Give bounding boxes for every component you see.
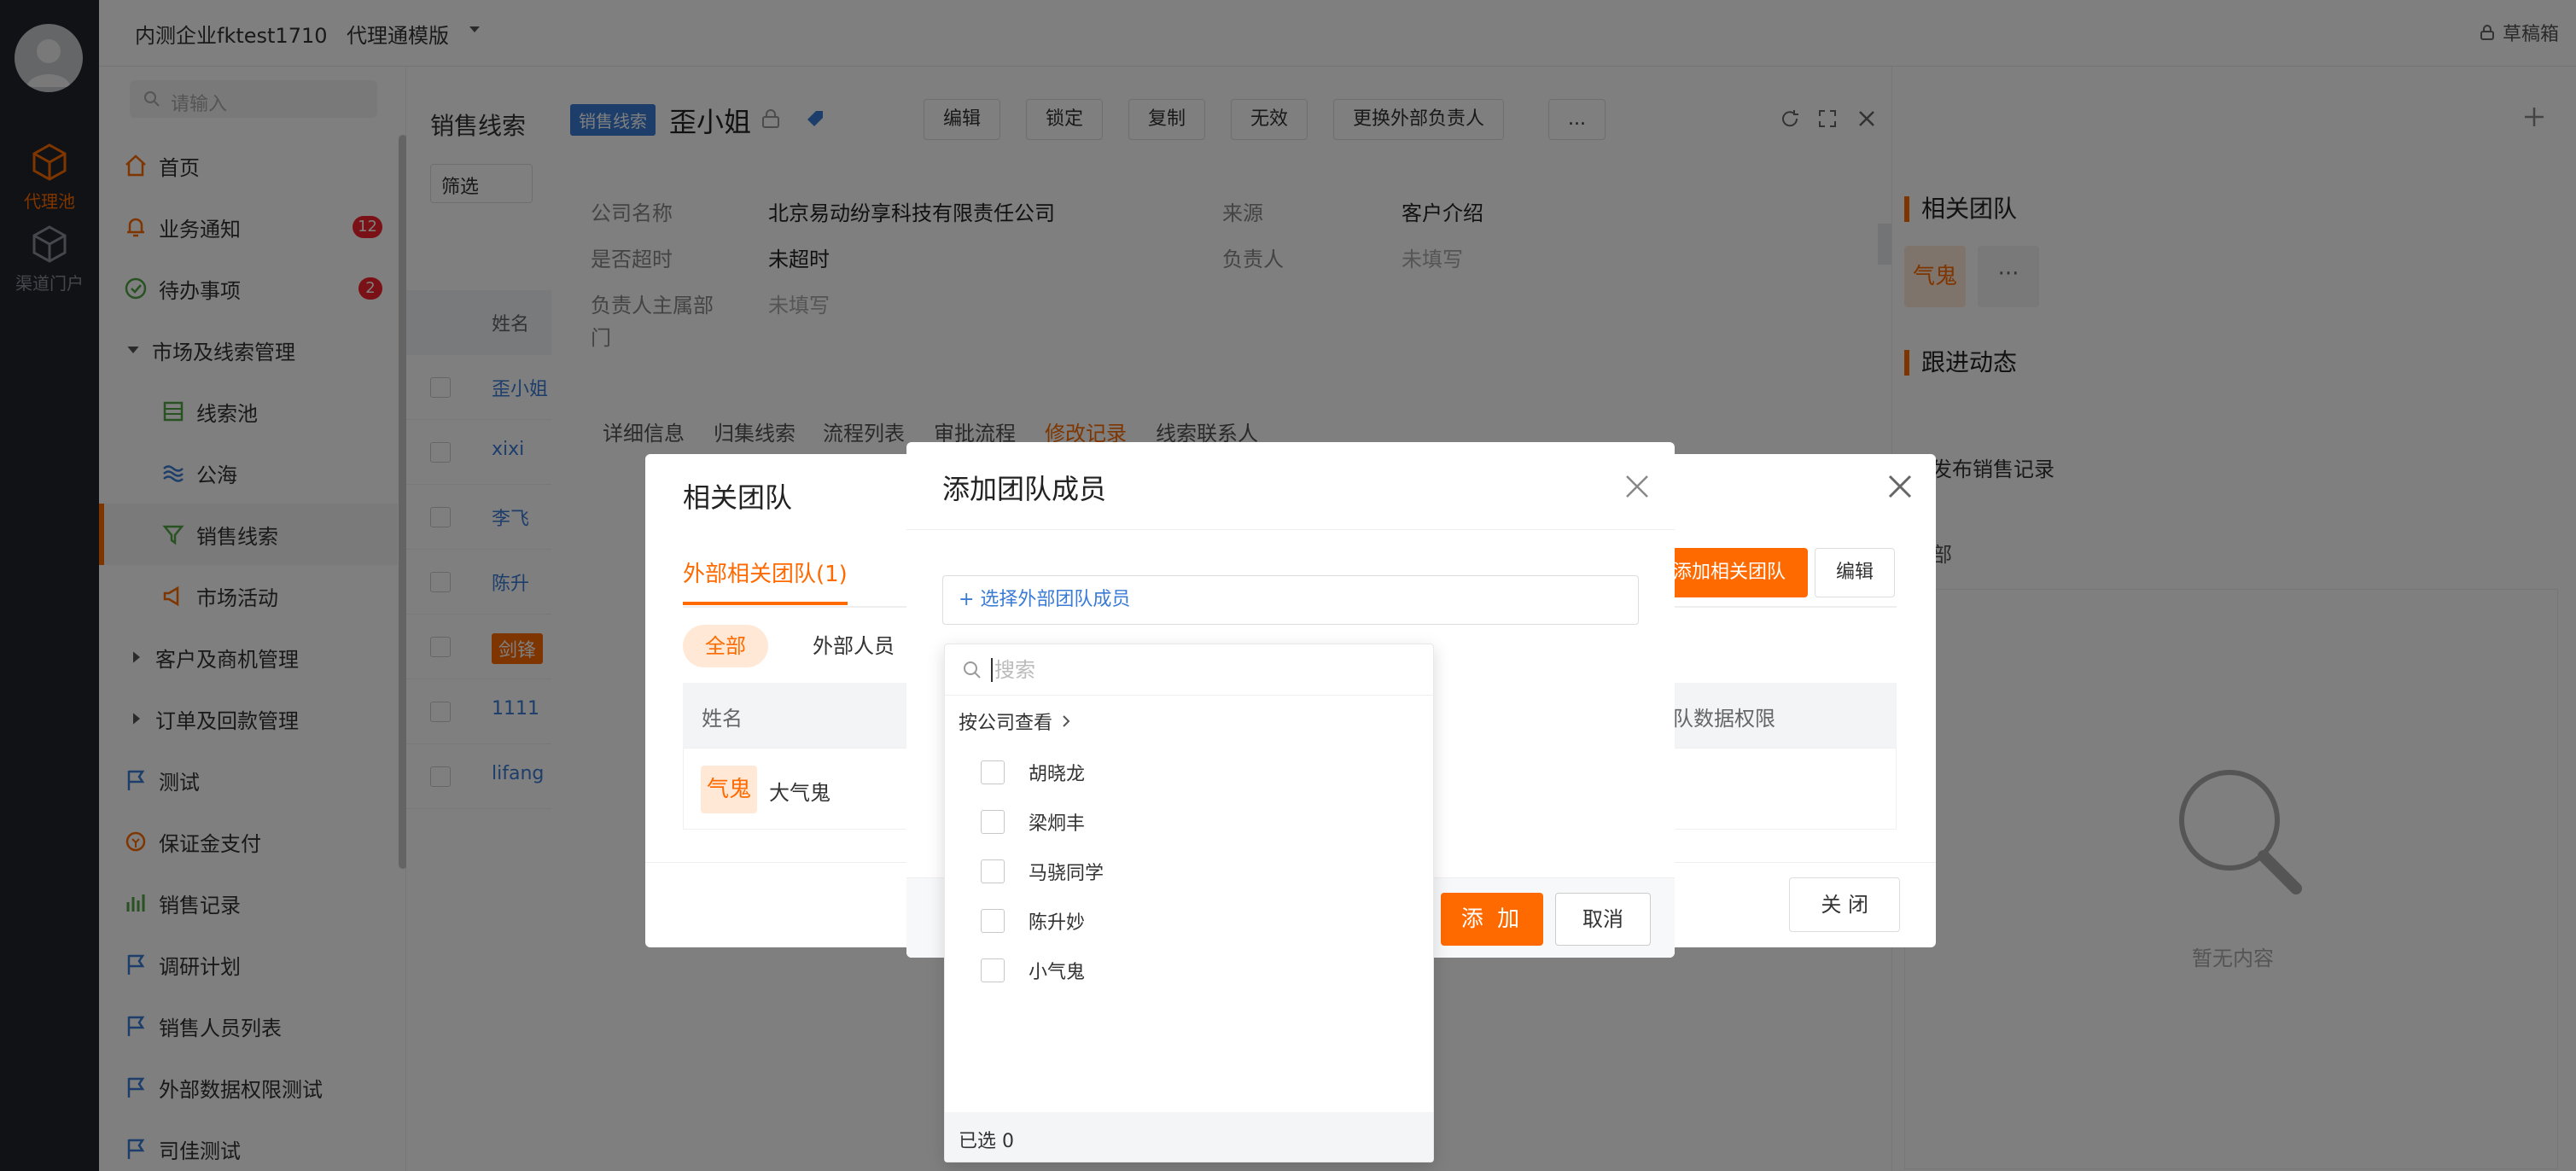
search-icon xyxy=(964,661,981,679)
member-name: 梁炯丰 xyxy=(1029,813,1086,835)
member-name: 马骁同学 xyxy=(1029,863,1104,884)
picker-search xyxy=(945,644,1435,696)
select-member-label: + 选择外部团队成员 xyxy=(959,589,1131,610)
tab-external-team[interactable]: 外部相关团队(1) xyxy=(683,556,848,605)
member-checkbox[interactable] xyxy=(981,859,1005,883)
dialog-title: 相关团队 xyxy=(683,481,793,514)
close-icon[interactable] xyxy=(1622,471,1652,502)
member-name: 胡晓龙 xyxy=(1029,764,1086,785)
header-divider xyxy=(906,529,1675,530)
segment-external[interactable]: 外部人员 xyxy=(799,625,908,667)
picker-search-input[interactable] xyxy=(994,653,1413,687)
close-icon[interactable] xyxy=(1883,469,1917,504)
list-item[interactable]: 陈升妙 xyxy=(981,904,1085,938)
text-cursor xyxy=(991,658,993,682)
segment-all[interactable]: 全部 xyxy=(683,625,768,667)
add-button-label: 添 加 xyxy=(1460,906,1524,932)
add-related-team-label: 添加相关团队 xyxy=(1673,562,1786,583)
member-picker-dropdown: 按公司查看 胡晓龙 梁炯丰 马骁同学 陈升妙 小气鬼 已选 0 xyxy=(944,644,1435,1162)
list-item[interactable]: 马骁同学 xyxy=(981,854,1104,888)
list-item[interactable]: 梁炯丰 xyxy=(981,805,1085,839)
close-dialog-button[interactable]: 关 闭 xyxy=(1789,877,1900,932)
edit-team-label: 编辑 xyxy=(1836,562,1874,583)
list-item[interactable]: 小气鬼 xyxy=(981,953,1085,987)
member-avatar: 气鬼 xyxy=(701,766,757,813)
member-checkbox[interactable] xyxy=(981,909,1005,933)
close-dialog-label: 关 闭 xyxy=(1821,893,1868,917)
cancel-button-label: 取消 xyxy=(1582,907,1623,931)
chevron-right-icon xyxy=(1063,715,1070,727)
selected-count-bar: 已选 0 xyxy=(945,1112,1433,1162)
list-item[interactable]: 胡晓龙 xyxy=(981,755,1085,789)
cancel-button[interactable]: 取消 xyxy=(1555,893,1651,946)
member-name: 陈升妙 xyxy=(1029,912,1086,934)
member-name: 大气鬼 xyxy=(769,781,830,805)
add-button[interactable]: 添 加 xyxy=(1441,893,1543,946)
edit-team-button[interactable]: 编辑 xyxy=(1815,548,1896,597)
select-external-member-field[interactable]: + 选择外部团队成员 xyxy=(942,575,1639,625)
selected-count: 已选 0 xyxy=(959,1131,1014,1152)
view-by-company-link[interactable]: 按公司查看 xyxy=(959,708,1073,735)
member-checkbox[interactable] xyxy=(981,958,1005,982)
member-checkbox[interactable] xyxy=(981,810,1005,834)
view-by-company-label: 按公司查看 xyxy=(959,713,1053,734)
col-permission: 队数据权限 xyxy=(1673,707,1775,731)
member-checkbox[interactable] xyxy=(981,760,1005,784)
dialog-title: 添加团队成员 xyxy=(942,473,1107,505)
col-name: 姓名 xyxy=(702,707,743,731)
member-name: 小气鬼 xyxy=(1029,962,1086,983)
